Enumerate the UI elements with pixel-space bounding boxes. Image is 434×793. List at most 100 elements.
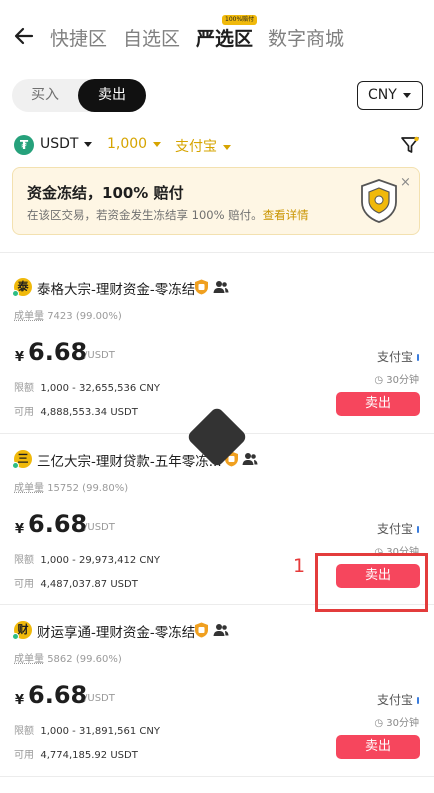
- limit-row: 限额 1,000 - 32,655,536 CNY: [14, 379, 160, 394]
- limit-label: 限额: [14, 555, 34, 566]
- people-icon: [242, 453, 258, 465]
- payment-method: 支付宝: [377, 520, 419, 537]
- limit-value: 1,000 - 29,973,412 CNY: [40, 555, 160, 566]
- payment-method-label: 支付宝: [376, 522, 413, 536]
- payment-filter[interactable]: 支付宝: [175, 136, 231, 156]
- limit-value: 1,000 - 31,891,561 CNY: [40, 726, 160, 737]
- payment-method-label: 支付宝: [376, 693, 413, 707]
- online-status-dot: [12, 633, 19, 640]
- sell-button[interactable]: 卖出: [336, 392, 420, 416]
- limit-label: 限额: [14, 726, 34, 737]
- arrow-left-icon[interactable]: [12, 24, 36, 48]
- limit-value: 1,000 - 32,655,536 CNY: [40, 383, 160, 394]
- chevron-down-icon: [153, 141, 162, 147]
- price-unit: /USDT: [84, 693, 115, 704]
- annotation-number: 1: [293, 555, 306, 577]
- payment-filter-label: 支付宝: [175, 139, 217, 155]
- orders-label: 成单量: [14, 483, 44, 494]
- price-unit: /USDT: [84, 522, 115, 533]
- currency-value: CNY: [368, 87, 397, 103]
- verified-badge-icon: [195, 622, 208, 638]
- payment-time-value: 30分钟: [386, 718, 419, 729]
- orders-value: 5862 (99.60%): [47, 654, 122, 665]
- limit-label: 限额: [14, 383, 34, 394]
- orders-label: 成单量: [14, 654, 44, 665]
- price-unit: /USDT: [84, 350, 115, 361]
- buy-sell-toggle: 买入 卖出: [12, 79, 146, 112]
- payment-time-value: 30分钟: [386, 375, 419, 386]
- close-icon[interactable]: ×: [400, 175, 411, 190]
- clock-icon: ◷: [374, 375, 384, 386]
- divider: [0, 776, 434, 777]
- online-status-dot: [12, 290, 19, 297]
- limit-row: 限额 1,000 - 31,891,561 CNY: [14, 722, 160, 737]
- buy-tab[interactable]: 买入: [12, 79, 78, 112]
- banner-title: 资金冻结，100% 赔付: [27, 184, 184, 202]
- people-icon: [213, 624, 229, 636]
- order-stats: 成单量 15752 (99.80%): [14, 479, 128, 494]
- funnel-icon[interactable]: [400, 135, 420, 155]
- merchant-name[interactable]: 三亿大宗-理财贷款-五年零冻...: [37, 450, 222, 470]
- shield-badge-icon: [361, 179, 397, 223]
- chevron-down-icon: [84, 141, 93, 147]
- available-row: 可用 4,888,553.34 USDT: [14, 403, 138, 418]
- chevron-down-icon: [402, 92, 411, 98]
- sell-tab[interactable]: 卖出: [78, 79, 146, 112]
- chevron-down-icon: [223, 144, 231, 150]
- available-value: 4,487,037.87 USDT: [40, 579, 138, 590]
- order-stats: 成单量 7423 (99.00%): [14, 307, 122, 322]
- available-label: 可用: [14, 579, 34, 590]
- online-status-dot: [12, 462, 19, 469]
- banner-desc-text: 在该区交易，若资金发生冻结享 100% 赔付。: [27, 208, 263, 222]
- limit-row: 限额 1,000 - 29,973,412 CNY: [14, 551, 160, 566]
- tab-favorites[interactable]: 自选区: [123, 24, 180, 51]
- payment-time: ◷ 30分钟: [374, 371, 419, 386]
- orders-value: 7423 (99.00%): [47, 311, 122, 322]
- payment-time: ◷ 30分钟: [374, 714, 419, 729]
- divider: [0, 252, 434, 253]
- payment-method: 支付宝: [377, 348, 419, 365]
- available-value: 4,774,185.92 USDT: [40, 750, 138, 761]
- available-row: 可用 4,774,185.92 USDT: [14, 746, 138, 761]
- alipay-marker-icon: [417, 354, 419, 361]
- amount-filter-label: 1,000: [107, 136, 148, 152]
- clock-icon: ◷: [374, 718, 384, 729]
- currency-symbol: ¥: [15, 522, 25, 537]
- annotation-highlight-box: [315, 553, 428, 612]
- compensation-tag: 100%赔付: [222, 15, 258, 25]
- alipay-marker-icon: [417, 697, 419, 704]
- coin-filter-label: USDT: [40, 136, 79, 152]
- orders-label: 成单量: [14, 311, 44, 322]
- unit-price: 6.68: [28, 338, 88, 366]
- currency-select[interactable]: CNY: [357, 81, 423, 110]
- currency-symbol: ¥: [15, 350, 25, 365]
- details-link[interactable]: 查看详情: [263, 208, 309, 222]
- available-label: 可用: [14, 407, 34, 418]
- people-icon: [213, 281, 229, 293]
- available-row: 可用 4,487,037.87 USDT: [14, 575, 138, 590]
- alipay-marker-icon: [417, 526, 419, 533]
- currency-symbol: ¥: [15, 693, 25, 708]
- compensation-banner: 资金冻结，100% 赔付 在该区交易，若资金发生冻结享 100% 赔付。查看详情…: [12, 167, 420, 235]
- available-label: 可用: [14, 750, 34, 761]
- coin-filter[interactable]: USDT: [40, 136, 93, 152]
- available-value: 4,888,553.34 USDT: [40, 407, 138, 418]
- unit-price: 6.68: [28, 510, 88, 538]
- tab-selected[interactable]: 严选区: [196, 24, 253, 51]
- order-stats: 成单量 5862 (99.60%): [14, 650, 122, 665]
- orders-value: 15752 (99.80%): [47, 483, 129, 494]
- sell-button[interactable]: 卖出: [336, 735, 420, 759]
- filter-bar: ₮ USDT 1,000 支付宝: [0, 133, 434, 157]
- tab-quick[interactable]: 快捷区: [50, 24, 107, 51]
- payment-method-label: 支付宝: [376, 350, 413, 364]
- tab-digital-mall[interactable]: 数字商城: [268, 24, 344, 51]
- merchant-name[interactable]: 泰格大宗-理财资金-零冻结: [37, 278, 195, 298]
- usdt-coin-icon: ₮: [14, 135, 34, 155]
- unit-price: 6.68: [28, 681, 88, 709]
- top-nav: 快捷区 自选区 严选区 100%赔付 数字商城: [0, 0, 434, 72]
- payment-method: 支付宝: [377, 691, 419, 708]
- amount-filter[interactable]: 1,000: [107, 136, 162, 152]
- merchant-name[interactable]: 财运享通-理财资金-零冻结: [37, 621, 195, 641]
- banner-description: 在该区交易，若资金发生冻结享 100% 赔付。查看详情: [27, 207, 309, 223]
- verified-badge-icon: [195, 279, 208, 295]
